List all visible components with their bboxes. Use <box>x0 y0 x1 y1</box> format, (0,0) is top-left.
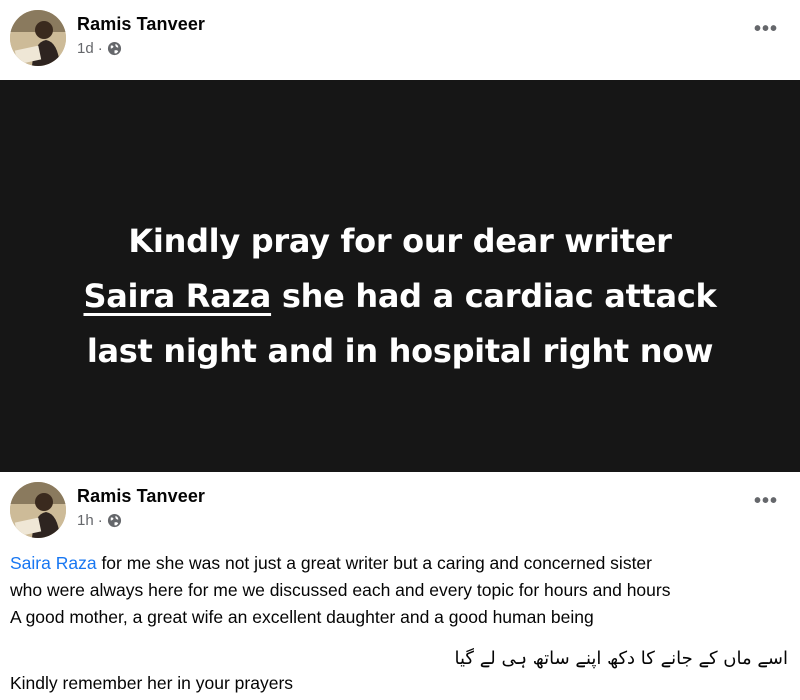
body-line3: A good mother, a great wife an excellent… <box>10 607 594 627</box>
body-line1: Saira Raza for me she was not just a gre… <box>10 550 795 577</box>
urdu-line: اسے ماں کے جانے کا دکھ اپنے ساتھ ہی لے گ… <box>454 648 789 669</box>
post-body: Saira Raza for me she was not just a gre… <box>10 550 795 631</box>
more-options-icon[interactable]: ••• <box>754 18 778 41</box>
author-name[interactable]: Ramis Tanveer <box>77 486 205 507</box>
closing-line: Kindly remember her in your prayers <box>10 673 294 693</box>
body-line2: who were always here for me we discussed… <box>10 580 671 600</box>
image-text-line2-rest: she had a cardiac attack <box>271 276 717 315</box>
more-options-icon[interactable]: ••• <box>754 490 778 513</box>
image-caption: Kindly pray for our dear writer Saira Ra… <box>83 214 716 379</box>
globe-icon <box>107 513 121 528</box>
image-text-line2: Saira Raza she had a cardiac attack <box>83 269 716 324</box>
post-meta: 1h · <box>77 512 122 529</box>
image-text-line1: Kindly pray for our dear writer <box>128 221 672 260</box>
post-header-1: Ramis Tanveer 1d · ••• <box>0 0 800 80</box>
author-name[interactable]: Ramis Tanveer <box>77 14 205 35</box>
avatar[interactable] <box>10 10 66 66</box>
post-time[interactable]: 1h <box>77 512 94 529</box>
meta-separator: · <box>97 40 103 57</box>
post-meta: 1d · <box>77 40 122 57</box>
post-image[interactable]: Kindly pray for our dear writer Saira Ra… <box>0 80 800 472</box>
post-header-2: Ramis Tanveer 1h · ••• <box>0 472 800 552</box>
avatar[interactable] <box>10 482 66 538</box>
body-line1-rest: for me she was not just a great writer b… <box>96 553 652 573</box>
globe-icon <box>107 41 121 56</box>
image-text-line3: last night and in hospital right now <box>86 331 714 370</box>
mention-link[interactable]: Saira Raza <box>10 553 97 573</box>
meta-separator: · <box>97 512 103 529</box>
image-text-name: Saira Raza <box>83 276 272 315</box>
post-time[interactable]: 1d <box>77 40 94 57</box>
